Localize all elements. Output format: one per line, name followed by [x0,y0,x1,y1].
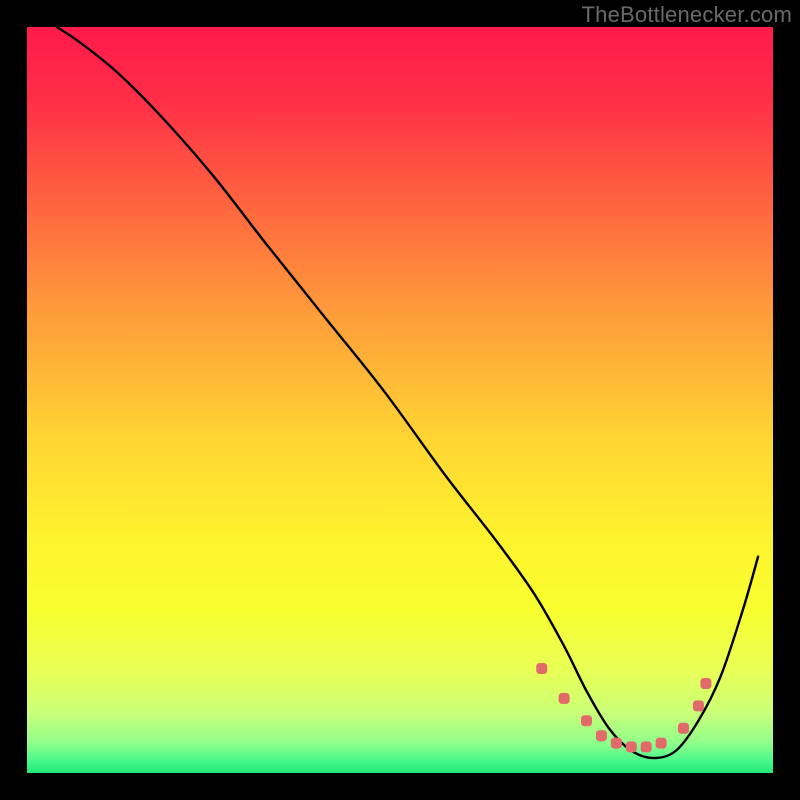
marker-dot [559,693,570,704]
watermark-text: TheBottlenecker.com [582,2,792,28]
marker-dot [700,678,711,689]
bottleneck-chart [0,0,800,800]
marker-dot [693,700,704,711]
marker-dot [581,715,592,726]
marker-dot [656,738,667,749]
marker-dot [641,741,652,752]
marker-dot [536,663,547,674]
marker-dot [678,723,689,734]
marker-dot [611,738,622,749]
chart-container: TheBottlenecker.com [0,0,800,800]
marker-dot [596,730,607,741]
marker-dot [626,741,637,752]
gradient-background [27,27,773,773]
